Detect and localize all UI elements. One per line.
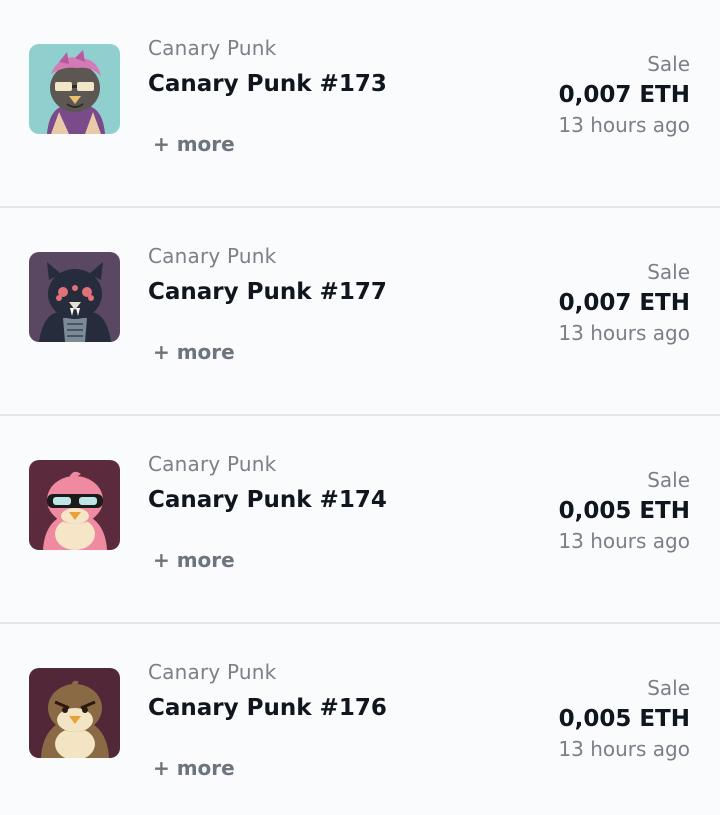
punk-bird-image <box>29 460 120 550</box>
collection-name[interactable]: Canary Punk <box>148 36 276 60</box>
activity-row[interactable]: Canary Punk Canary Punk #173 + more Sale… <box>0 0 720 208</box>
nft-name[interactable]: Canary Punk #174 <box>148 487 387 513</box>
sale-price: 0,005 ETH <box>558 706 690 732</box>
punk-bird-image <box>29 252 120 342</box>
sale-price: 0,007 ETH <box>558 82 690 108</box>
sale-price: 0,007 ETH <box>558 290 690 316</box>
event-time: 13 hours ago <box>558 321 690 345</box>
collection-name[interactable]: Canary Punk <box>148 660 276 684</box>
event-type: Sale <box>647 468 690 492</box>
more-traits-link[interactable]: + more <box>153 132 235 156</box>
activity-row[interactable]: Canary Punk Canary Punk #174 + more Sale… <box>0 416 720 624</box>
more-traits-link[interactable]: + more <box>153 756 235 780</box>
nft-name[interactable]: Canary Punk #177 <box>148 279 387 305</box>
event-time: 13 hours ago <box>558 737 690 761</box>
activity-row[interactable]: Canary Punk Canary Punk #176 + more Sale… <box>0 624 720 815</box>
event-type: Sale <box>647 52 690 76</box>
punk-bird-image <box>29 668 120 758</box>
more-traits-link[interactable]: + more <box>153 548 235 572</box>
event-type: Sale <box>647 260 690 284</box>
nft-thumbnail[interactable] <box>29 44 120 134</box>
nft-thumbnail[interactable] <box>29 460 120 550</box>
activity-row[interactable]: Canary Punk Canary Punk #177 + more Sale… <box>0 208 720 416</box>
activity-list: Canary Punk Canary Punk #173 + more Sale… <box>0 0 720 815</box>
collection-name[interactable]: Canary Punk <box>148 452 276 476</box>
nft-name[interactable]: Canary Punk #173 <box>148 71 387 97</box>
nft-thumbnail[interactable] <box>29 252 120 342</box>
more-traits-link[interactable]: + more <box>153 340 235 364</box>
event-time: 13 hours ago <box>558 113 690 137</box>
sale-price: 0,005 ETH <box>558 498 690 524</box>
event-time: 13 hours ago <box>558 529 690 553</box>
nft-name[interactable]: Canary Punk #176 <box>148 695 387 721</box>
collection-name[interactable]: Canary Punk <box>148 244 276 268</box>
nft-thumbnail[interactable] <box>29 668 120 758</box>
event-type: Sale <box>647 676 690 700</box>
punk-bird-image <box>29 44 120 134</box>
